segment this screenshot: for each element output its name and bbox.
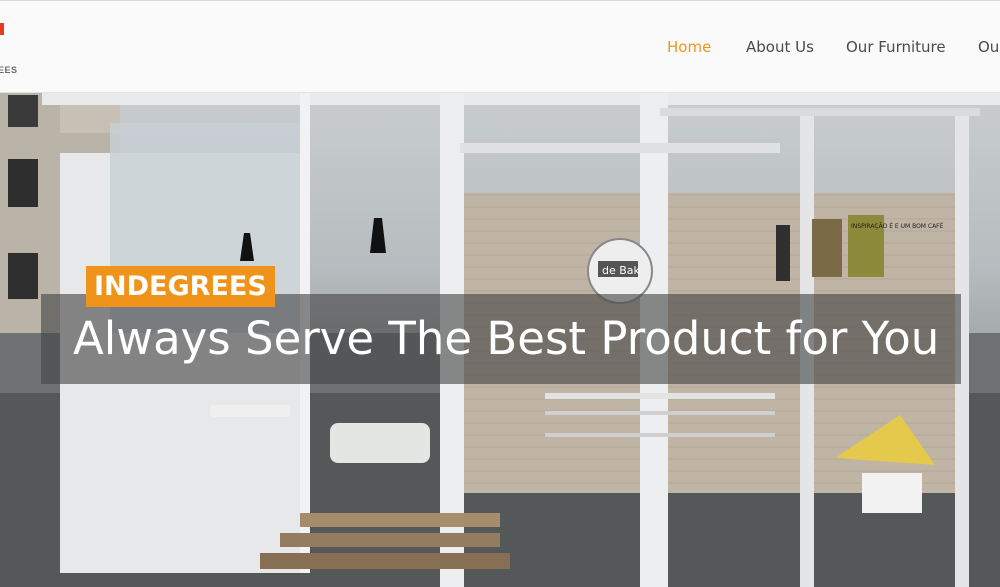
nav-item-our-furniture[interactable]: Our Furniture	[846, 38, 946, 56]
nav-item-ou[interactable]: Ou	[978, 38, 999, 56]
poster-text: INSPIRAÇÃO É E UM BOM CAFÉ	[851, 222, 944, 230]
logo-mark-icon	[0, 23, 4, 35]
store-sign-text: de Bak	[602, 264, 641, 277]
site-header: EES Home About Us Our Furniture Ou	[0, 0, 1000, 93]
logo-text: EES	[0, 65, 18, 75]
hero-headline: Always Serve The Best Product for You	[73, 312, 940, 365]
site-logo[interactable]: EES	[0, 13, 40, 75]
nav-item-home[interactable]: Home	[667, 38, 711, 56]
nav-item-about-us[interactable]: About Us	[746, 38, 814, 56]
hero-badge: INDEGREES	[86, 266, 275, 307]
